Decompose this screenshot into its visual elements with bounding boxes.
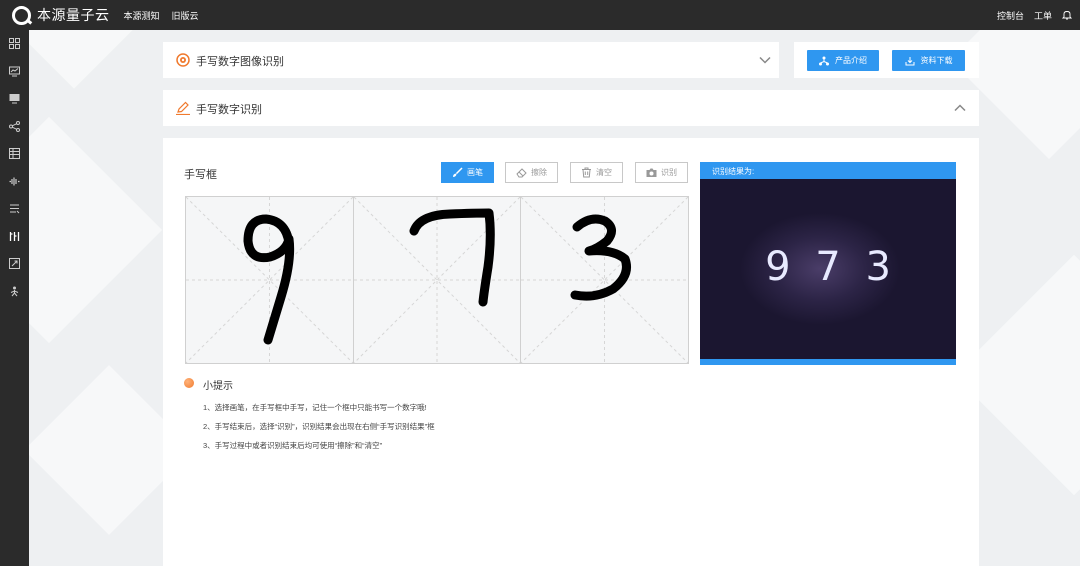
brand-logo[interactable]: 本源量子云 [12, 5, 110, 25]
logo-icon [12, 5, 31, 25]
pen-label: 画笔 [467, 168, 483, 177]
target-icon [176, 53, 190, 67]
network-icon [819, 56, 829, 65]
guide-grid [521, 197, 688, 363]
stroke-digit-7 [409, 208, 495, 307]
tip-item: 3、手写过程中或者识别结束后均可使用“擦除”和“清空” [203, 441, 383, 450]
chevron-up-icon[interactable] [954, 102, 966, 114]
chevron-down-icon[interactable] [759, 54, 771, 66]
product-intro-label: 产品介绍 [835, 56, 867, 65]
eraser-icon [516, 168, 527, 178]
tip-item: 2、手写结束后，选择“识别”，识别结果会出现在右侧“手写识别结果”框 [203, 422, 435, 431]
writing-box-label: 手写框 [184, 169, 217, 181]
brand-name: 本源量子云 [37, 7, 110, 23]
ticket-link[interactable]: 工单 [1034, 9, 1052, 22]
expand-icon[interactable] [0, 250, 29, 278]
download-label: 资料下载 [920, 56, 953, 65]
camera-icon [646, 168, 657, 177]
erase-label: 擦除 [531, 168, 547, 177]
section-title: 手写数字识别 [196, 104, 262, 116]
nav-link-old-cloud[interactable]: 旧版云 [172, 9, 199, 22]
recognition-panel: 手写框 画笔 擦除 清空 识别 识别结果为: 9 7 3 小提示 1、选择画笔，… [163, 138, 979, 566]
erase-button[interactable]: 擦除 [505, 162, 558, 183]
recognize-button[interactable]: 识别 [635, 162, 688, 183]
bell-icon[interactable] [1062, 10, 1072, 20]
brush-icon [453, 167, 463, 177]
result-value: 9 7 3 [765, 244, 891, 290]
list-icon[interactable] [0, 195, 29, 223]
result-footer-bar [700, 359, 956, 365]
table-icon[interactable] [0, 140, 29, 168]
clear-button[interactable]: 清空 [570, 162, 623, 183]
image-recognition-header[interactable]: 手写数字图像识别 [163, 42, 779, 78]
digit-recognition-header[interactable]: 手写数字识别 [163, 90, 979, 126]
top-nav: 本源测知 旧版云 [124, 9, 211, 22]
nav-link-measure[interactable]: 本源测知 [124, 9, 160, 22]
download-button[interactable]: 资料下载 [892, 50, 965, 71]
result-heading: 识别结果为: [700, 162, 956, 179]
writing-cell-2[interactable] [354, 197, 521, 363]
pencil-icon [176, 101, 190, 115]
action-panel: 产品介绍 资料下载 [794, 42, 979, 78]
wave-icon[interactable] [0, 168, 29, 196]
clear-label: 清空 [596, 168, 612, 177]
pen-button[interactable]: 画笔 [441, 162, 494, 183]
product-intro-button[interactable]: 产品介绍 [807, 50, 879, 71]
monitor-chart-icon[interactable] [0, 58, 29, 86]
share-icon[interactable] [0, 113, 29, 141]
handwriting-canvas[interactable] [185, 196, 689, 364]
stroke-digit-3 [570, 214, 631, 301]
recognize-label: 识别 [661, 168, 677, 177]
grid-icon[interactable] [0, 30, 29, 58]
console-link[interactable]: 控制台 [997, 9, 1024, 22]
result-panel: 识别结果为: 9 7 3 [700, 162, 956, 365]
writing-cell-3[interactable] [521, 197, 688, 363]
tips-dot-icon [184, 378, 194, 388]
trash-icon [582, 167, 591, 178]
guide-grid [354, 197, 520, 363]
columns-icon[interactable] [0, 223, 29, 251]
guide-grid [186, 197, 353, 363]
download-icon [905, 56, 914, 65]
top-right-menu: 控制台 工单 [987, 0, 1072, 30]
person-icon[interactable] [0, 278, 29, 306]
tip-item: 1、选择画笔，在手写框中手写，记住一个框中只能书写一个数字哦! [203, 403, 427, 412]
tips-title: 小提示 [203, 381, 233, 392]
page-title: 手写数字图像识别 [196, 56, 284, 68]
desktop-icon[interactable] [0, 85, 29, 113]
top-bar: 本源量子云 本源测知 旧版云 控制台 工单 [0, 0, 1080, 30]
writing-cell-1[interactable] [186, 197, 354, 363]
sidebar [0, 30, 29, 566]
